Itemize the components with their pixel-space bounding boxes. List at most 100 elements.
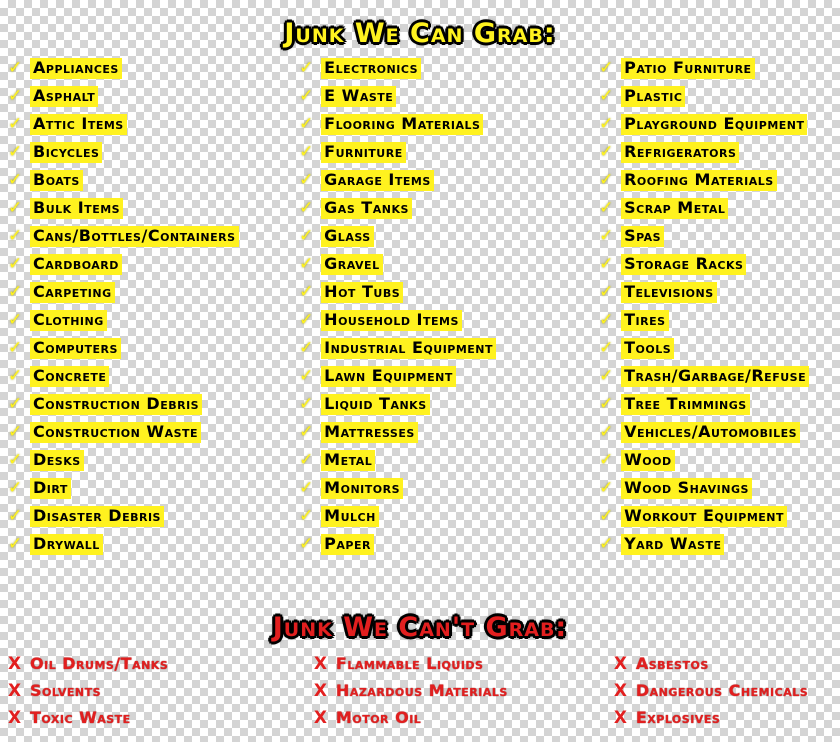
check-icon: ✓ bbox=[599, 310, 614, 330]
list-item-label: Hazardous Materials bbox=[335, 681, 508, 700]
check-icon: ✓ bbox=[299, 86, 314, 106]
list-item-label: Liquid Tanks bbox=[321, 394, 430, 415]
list-item-label: Mulch bbox=[321, 506, 379, 527]
list-item-label: Vehicles/Automobiles bbox=[621, 422, 801, 443]
check-icon: ✓ bbox=[299, 58, 314, 78]
cross-icon: X bbox=[313, 654, 328, 674]
list-item-label: Computers bbox=[30, 338, 121, 359]
list-item-label: Gravel bbox=[321, 254, 383, 275]
check-icon: ✓ bbox=[299, 534, 314, 554]
list-item: X Explosives bbox=[614, 709, 840, 736]
check-icon: ✓ bbox=[599, 86, 614, 106]
list-item: X Asbestos bbox=[614, 655, 840, 682]
list-item: ✓ Paper bbox=[299, 534, 599, 562]
list-item: ✓ Appliances bbox=[8, 58, 293, 86]
list-item: ✓ Tree Trimmings bbox=[599, 394, 840, 422]
list-item: X Flammable Liquids bbox=[314, 655, 614, 682]
list-item: ✓ Industrial Equipment bbox=[299, 338, 599, 366]
check-icon: ✓ bbox=[599, 226, 614, 246]
list-item-label: Concrete bbox=[30, 366, 110, 387]
list-item-label: Cardboard bbox=[30, 254, 122, 275]
list-item: ✓ Monitors bbox=[299, 478, 599, 506]
list-item: ✓ Lawn Equipment bbox=[299, 366, 599, 394]
list-item-label: Disaster Debris bbox=[30, 506, 164, 527]
list-item-label: Cans/Bottles/Containers bbox=[30, 226, 239, 247]
list-item-label: Dangerous Chemicals bbox=[635, 681, 809, 700]
cannot-grab-column-2: X Flammable Liquids X Hazardous Materials … bbox=[308, 655, 614, 736]
check-icon: ✓ bbox=[8, 506, 23, 526]
list-item-label: Toxic Waste bbox=[30, 708, 131, 727]
list-item-label: Clothing bbox=[30, 310, 107, 331]
list-item-label: Glass bbox=[321, 226, 374, 247]
check-icon: ✓ bbox=[299, 170, 314, 190]
list-item-label: Plastic bbox=[621, 86, 686, 107]
list-item-label: Bulk Items bbox=[30, 198, 124, 219]
list-item-label: Construction Waste bbox=[30, 422, 202, 443]
list-item-label: Monitors bbox=[321, 478, 403, 499]
list-item-label: Appliances bbox=[30, 58, 122, 79]
list-item-label: Paper bbox=[321, 534, 374, 555]
list-item: ✓ Household Items bbox=[299, 310, 599, 338]
list-item-label: Carpeting bbox=[30, 282, 115, 303]
check-icon: ✓ bbox=[8, 310, 23, 330]
check-icon: ✓ bbox=[299, 422, 314, 442]
list-item: ✓ Tires bbox=[599, 310, 840, 338]
list-item: ✓ Plastic bbox=[599, 86, 840, 114]
check-icon: ✓ bbox=[8, 254, 23, 274]
list-item-label: Bicycles bbox=[30, 142, 103, 163]
check-icon: ✓ bbox=[599, 506, 614, 526]
list-item-label: Refrigerators bbox=[621, 142, 740, 163]
list-item-label: Electronics bbox=[321, 58, 422, 79]
check-icon: ✓ bbox=[599, 114, 614, 134]
check-icon: ✓ bbox=[299, 366, 314, 386]
list-item: ✓ Cans/Bottles/Containers bbox=[8, 226, 293, 254]
check-icon: ✓ bbox=[299, 198, 314, 218]
cross-icon: X bbox=[613, 654, 627, 674]
cannot-grab-columns: X Oil Drums/Tanks X Solvents X Toxic Waste … bbox=[0, 655, 840, 736]
check-icon: ✓ bbox=[8, 338, 23, 358]
check-icon: ✓ bbox=[8, 142, 23, 162]
check-icon: ✓ bbox=[299, 254, 314, 274]
check-icon: ✓ bbox=[8, 86, 23, 106]
list-item: ✓ Construction Debris bbox=[8, 394, 293, 422]
list-item-label: Storage Racks bbox=[621, 254, 747, 275]
check-icon: ✓ bbox=[599, 534, 614, 554]
list-item: ✓ Mulch bbox=[299, 506, 599, 534]
can-grab-column-3: ✓ Patio Furniture ✓ Plastic ✓ Playground Eq… bbox=[599, 58, 840, 562]
check-icon: ✓ bbox=[599, 366, 614, 386]
list-item: ✓ Metal bbox=[299, 450, 599, 478]
list-item: ✓ Storage Racks bbox=[599, 254, 840, 282]
list-item: ✓ Boats bbox=[8, 170, 293, 198]
cross-icon: X bbox=[313, 708, 328, 728]
list-item-label: Spas bbox=[621, 226, 665, 247]
check-icon: ✓ bbox=[599, 282, 614, 302]
check-icon: ✓ bbox=[299, 506, 314, 526]
cross-icon: X bbox=[8, 708, 22, 728]
list-item: ✓ Workout Equipment bbox=[599, 506, 840, 534]
list-item: ✓ Cardboard bbox=[8, 254, 293, 282]
list-item-label: Industrial Equipment bbox=[321, 338, 497, 359]
list-item-label: Garage Items bbox=[321, 170, 434, 191]
list-item: ✓ Construction Waste bbox=[8, 422, 293, 450]
list-item: ✓ Tools bbox=[599, 338, 840, 366]
list-item: ✓ Furniture bbox=[299, 142, 599, 170]
list-item-label: Asbestos bbox=[635, 654, 709, 673]
check-icon: ✓ bbox=[8, 226, 23, 246]
check-icon: ✓ bbox=[599, 170, 614, 190]
cross-icon: X bbox=[613, 681, 627, 701]
list-item-label: Attic Items bbox=[30, 114, 127, 135]
list-item-label: Household Items bbox=[321, 310, 462, 331]
list-item-label: Scrap Metal bbox=[621, 198, 729, 219]
list-item: ✓ Attic Items bbox=[8, 114, 293, 142]
check-icon: ✓ bbox=[299, 114, 314, 134]
list-item-label: Oil Drums/Tanks bbox=[30, 654, 169, 673]
list-item: ✓ E Waste bbox=[299, 86, 599, 114]
list-item-label: Flooring Materials bbox=[321, 114, 484, 135]
list-item: ✓ Wood bbox=[599, 450, 840, 478]
list-item-label: Furniture bbox=[321, 142, 406, 163]
list-item: ✓ Gravel bbox=[299, 254, 599, 282]
can-grab-column-2: ✓ Electronics ✓ E Waste ✓ Flooring Material… bbox=[293, 58, 599, 562]
list-item-label: Motor Oil bbox=[335, 708, 422, 727]
cannot-grab-heading: Junk We Can't Grab: bbox=[272, 612, 568, 644]
list-item: ✓ Concrete bbox=[8, 366, 293, 394]
